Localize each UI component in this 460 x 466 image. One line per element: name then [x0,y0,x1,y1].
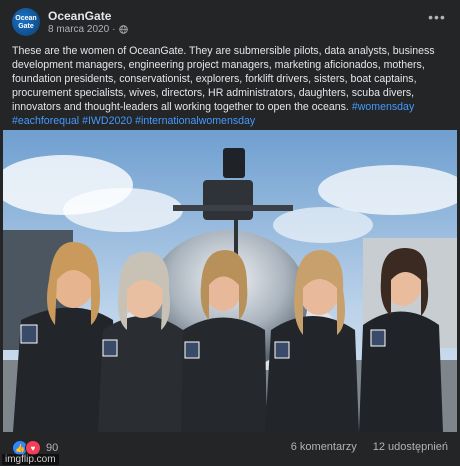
post-text: These are the women of OceanGate. They a… [12,44,448,128]
post-date[interactable]: 8 marca 2020 [48,24,109,35]
post-meta: 8 marca 2020 · [48,24,128,35]
submersible-equipment [203,180,253,220]
avatar[interactable]: Ocean Gate [12,8,40,36]
watermark: imgflip.com [2,454,59,465]
post-header: Ocean Gate OceanGate 8 marca 2020 · ••• [12,8,448,38]
avatar-logo-text: Ocean Gate [15,15,37,30]
cloud [273,207,373,243]
more-options-icon[interactable]: ••• [426,10,448,28]
submersible-camera [223,148,245,178]
author-name[interactable]: OceanGate [48,9,111,23]
photo-illustration [3,130,457,432]
reactions-count[interactable]: 90 [46,442,58,454]
post-footer: 👍 ♥ 90 6 komentarzy 12 udostępnień [12,438,448,460]
cloud [63,188,183,232]
globe-icon [118,25,128,34]
post-card: Ocean Gate OceanGate 8 marca 2020 · ••• … [0,0,460,466]
post-photo[interactable] [3,130,457,432]
shares-count[interactable]: 12 udostępnień [373,441,448,453]
post-stats: 6 komentarzy 12 udostępnień [291,441,448,453]
comments-count[interactable]: 6 komentarzy [291,441,357,453]
